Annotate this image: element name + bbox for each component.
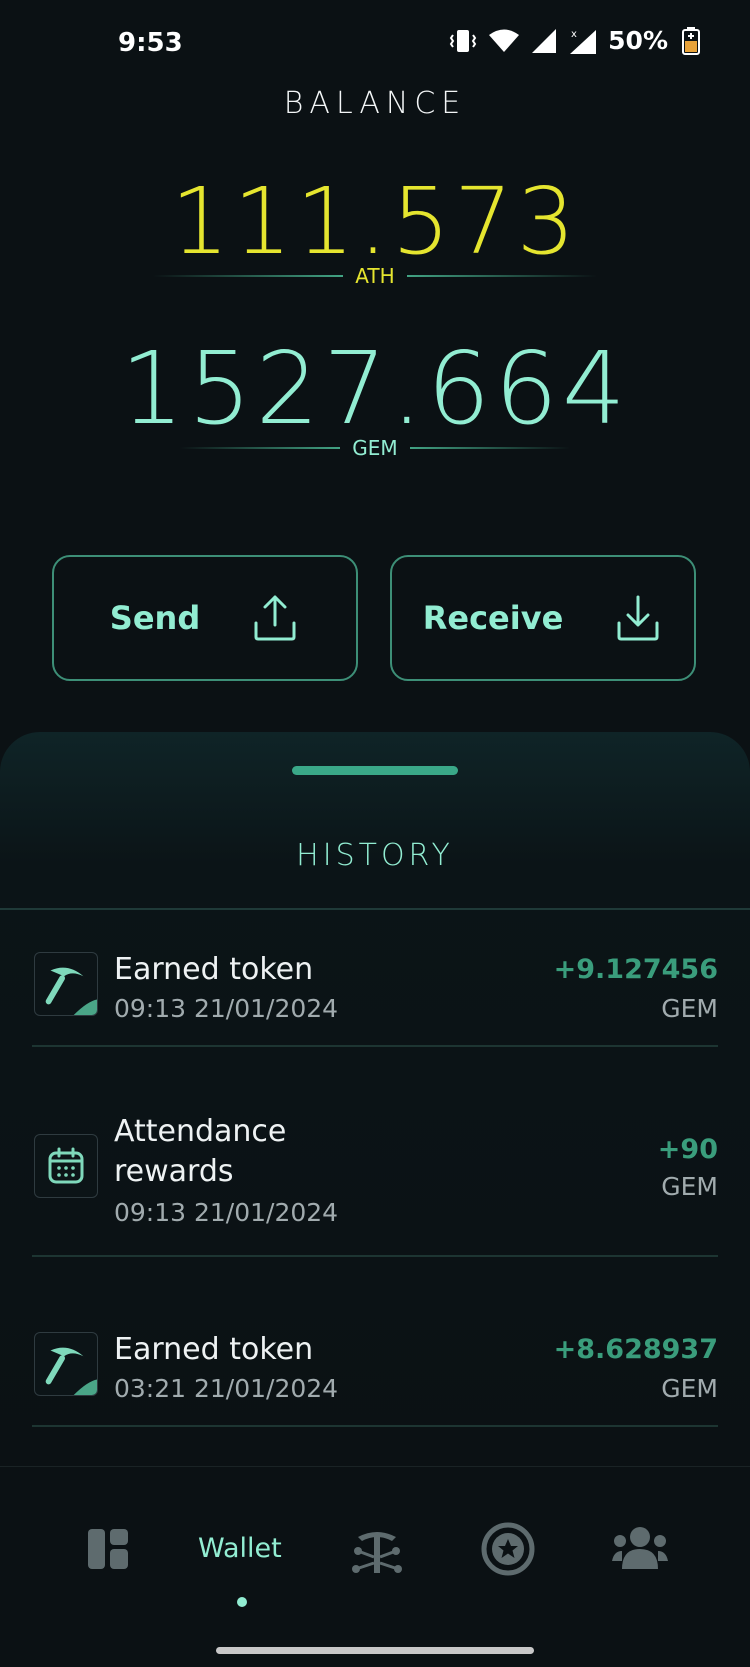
history-item-amount: +90 xyxy=(657,1134,718,1165)
star-badge-icon xyxy=(481,1522,535,1576)
battery-charging-icon xyxy=(682,26,700,55)
active-indicator-dot xyxy=(237,1597,247,1607)
receive-button[interactable]: Receive xyxy=(390,555,696,681)
mining-network-icon xyxy=(352,1532,402,1573)
history-item-title: Earned token xyxy=(114,952,314,987)
history-item-title: Attendance rewards xyxy=(114,1114,287,1189)
nav-rewards[interactable] xyxy=(480,1521,536,1577)
balance-title: BALANCE xyxy=(283,86,467,121)
history-item-time: 09:13 21/01/2024 xyxy=(114,1198,339,1227)
history-item-time: 03:21 21/01/2024 xyxy=(114,1374,339,1403)
history-separator xyxy=(32,1255,718,1257)
upload-icon xyxy=(254,595,296,641)
history-item-unit: GEM xyxy=(661,994,718,1023)
pickaxe-icon xyxy=(34,1332,98,1396)
history-divider xyxy=(0,908,750,910)
send-button[interactable]: Send xyxy=(52,555,358,681)
gem-unit-label: GEM xyxy=(352,436,398,460)
history-item-time: 09:13 21/01/2024 xyxy=(114,994,339,1023)
history-item[interactable]: Attendance rewards 09:13 21/01/2024 +90 … xyxy=(32,1112,718,1232)
gem-unit-row: GEM xyxy=(0,436,750,460)
history-panel: HISTORY Earned token 09:13 21/01/2024 +9… xyxy=(0,732,750,1466)
nav-wallet-label: Wallet xyxy=(198,1533,282,1564)
home-indicator[interactable] xyxy=(216,1647,534,1654)
drag-handle[interactable] xyxy=(292,766,458,775)
status-time: 9:53 xyxy=(118,28,183,58)
nav-dashboard[interactable] xyxy=(86,1527,130,1571)
vibrate-icon xyxy=(449,29,477,52)
history-title: HISTORY xyxy=(296,838,454,873)
history-item-title: Earned token xyxy=(114,1332,314,1367)
signal-no-data-icon: x xyxy=(570,29,597,54)
calendar-icon xyxy=(34,1134,98,1198)
status-bar: 9:53 x 50% xyxy=(0,0,750,88)
history-separator xyxy=(32,1045,718,1047)
ath-unit-label: ATH xyxy=(355,264,395,288)
bottom-nav: Wallet xyxy=(0,1466,750,1667)
history-item-amount: +9.127456 xyxy=(553,954,718,985)
divider-line xyxy=(409,447,570,449)
dashboard-icon xyxy=(88,1529,128,1569)
receive-button-label: Receive xyxy=(422,599,564,637)
ath-balance-amount: 111.573 xyxy=(170,168,580,275)
history-item-unit: GEM xyxy=(661,1172,718,1201)
pickaxe-icon xyxy=(34,952,98,1016)
wifi-icon xyxy=(489,29,520,52)
nav-wallet[interactable]: Wallet xyxy=(198,1533,282,1564)
download-icon xyxy=(617,595,659,641)
battery-percentage: 50% xyxy=(608,26,668,55)
team-icon xyxy=(612,1527,668,1569)
divider-line xyxy=(153,275,344,277)
nav-mining[interactable] xyxy=(350,1527,404,1577)
send-button-label: Send xyxy=(109,599,201,637)
status-icons: x 50% xyxy=(448,26,700,55)
svg-text:x: x xyxy=(571,29,577,40)
gem-balance-amount: 1527.664 xyxy=(120,330,630,447)
history-separator xyxy=(32,1425,718,1427)
nav-team[interactable] xyxy=(612,1525,668,1571)
history-item-amount: +8.628937 xyxy=(553,1334,718,1365)
history-item[interactable]: Earned token 03:21 21/01/2024 +8.628937 … xyxy=(32,1324,718,1404)
divider-line xyxy=(180,447,341,449)
history-item[interactable]: Earned token 09:13 21/01/2024 +9.127456 … xyxy=(32,942,718,1023)
ath-unit-row: ATH xyxy=(0,264,750,288)
divider-line xyxy=(406,275,597,277)
history-item-unit: GEM xyxy=(661,1374,718,1403)
signal-icon xyxy=(532,28,557,53)
